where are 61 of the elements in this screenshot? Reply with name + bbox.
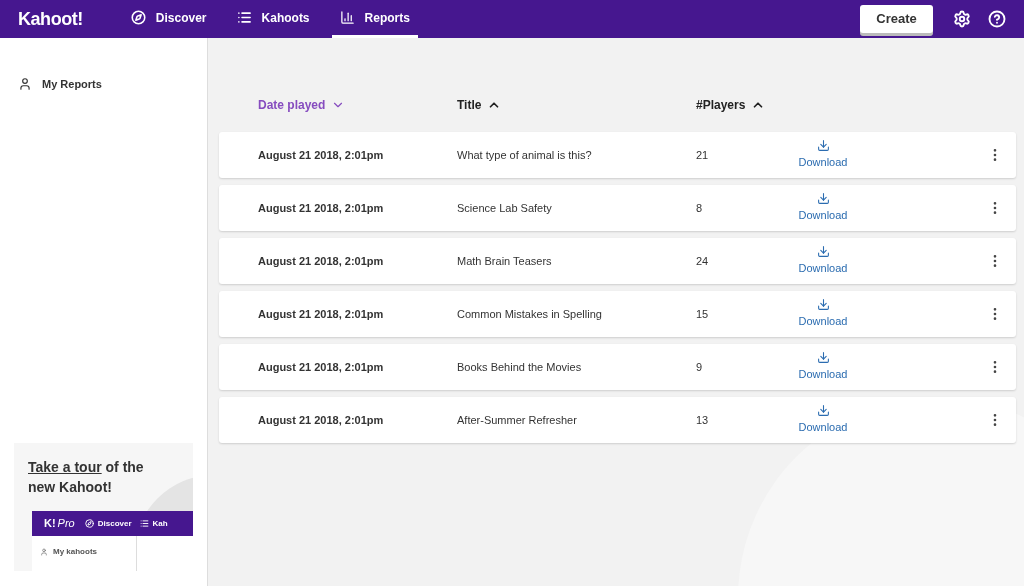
- date-cell-text: August 21 2018, 2:01pm: [257, 200, 385, 216]
- players-cell-text: 9: [696, 359, 704, 375]
- nav-tab[interactable]: Kahoots: [228, 0, 318, 38]
- nav-tab[interactable]: Discover: [122, 0, 215, 38]
- title-cell-text: What type of animal is this?: [457, 147, 593, 163]
- date-cell-text: August 21 2018, 2:01pm: [257, 359, 385, 375]
- download-icon: [816, 404, 830, 418]
- download-button[interactable]: Download: [793, 192, 853, 224]
- download-button[interactable]: Download: [793, 404, 853, 436]
- compass-icon: [130, 10, 146, 25]
- report-row[interactable]: August 21 2018, 2:01pm After-Summer Refresher 13 Download: [219, 397, 1016, 443]
- title-cell-text: Common Mistakes in Spelling: [457, 306, 603, 322]
- report-row[interactable]: August 21 2018, 2:01pm Science Lab Safety 8 Download: [219, 185, 1016, 231]
- preview-plan: Pro: [57, 516, 75, 532]
- nav-tab[interactable]: Reports: [331, 0, 418, 38]
- tour-text: Take a tour of the new Kahoot!: [27, 458, 145, 497]
- report-row[interactable]: August 21 2018, 2:01pm Math Brain Teasers 24 Download: [219, 238, 1016, 284]
- list-icon: [139, 519, 149, 528]
- report-row[interactable]: August 21 2018, 2:01pm Common Mistakes in Spelling 15 Download: [219, 291, 1016, 337]
- preview-nav-label: Kah: [152, 517, 168, 530]
- date-cell-text: August 21 2018, 2:01pm: [257, 412, 385, 428]
- column-header[interactable]: #Players: [696, 96, 896, 114]
- report-row[interactable]: August 21 2018, 2:01pm What type of animal is this? 21 Download: [219, 132, 1016, 178]
- sidebar-item[interactable]: My Reports: [18, 76, 189, 93]
- download-icon: [816, 245, 830, 259]
- bar-chart-icon: [339, 10, 355, 25]
- players-cell-text: 24: [696, 253, 710, 269]
- logo[interactable]: Kahoot!: [18, 5, 83, 33]
- report-row[interactable]: August 21 2018, 2:01pm Books Behind the Movies 9 Download: [219, 344, 1016, 390]
- title-cell-text: Science Lab Safety: [457, 200, 553, 216]
- create-button[interactable]: Create: [860, 5, 933, 33]
- players-cell-text: 15: [696, 306, 710, 322]
- preview-sidebar-label: My kahoots: [53, 546, 97, 558]
- title-cell-text: After-Summer Refresher: [457, 412, 578, 428]
- help-icon[interactable]: [988, 10, 1006, 28]
- download-button[interactable]: Download: [793, 298, 853, 330]
- title-cell-text: Books Behind the Movies: [457, 359, 583, 375]
- download-button[interactable]: Download: [793, 139, 853, 171]
- settings-icon[interactable]: [953, 10, 971, 28]
- players-cell-text: 21: [696, 147, 710, 163]
- date-cell-text: August 21 2018, 2:01pm: [257, 306, 385, 322]
- players-cell-text: 13: [696, 412, 710, 428]
- compass-icon: [84, 519, 94, 528]
- download-icon: [816, 298, 830, 312]
- person-icon: [40, 548, 48, 556]
- date-cell-text: August 21 2018, 2:01pm: [257, 147, 385, 163]
- column-header[interactable]: Date played: [219, 96, 457, 114]
- person-icon: [18, 77, 32, 92]
- players-cell-text: 8: [696, 200, 704, 216]
- preview-logo: K!: [44, 516, 56, 532]
- list-icon: [236, 10, 252, 25]
- column-header[interactable]: Title: [457, 96, 696, 114]
- download-icon: [816, 139, 830, 153]
- download-button[interactable]: Download: [793, 245, 853, 277]
- title-cell-text: Math Brain Teasers: [457, 253, 553, 269]
- download-icon: [816, 351, 830, 365]
- tour-link[interactable]: Take a tour: [28, 459, 102, 475]
- date-cell-text: August 21 2018, 2:01pm: [257, 253, 385, 269]
- download-button[interactable]: Download: [793, 351, 853, 383]
- download-icon: [816, 192, 830, 206]
- preview-nav-label: Discover: [97, 517, 132, 530]
